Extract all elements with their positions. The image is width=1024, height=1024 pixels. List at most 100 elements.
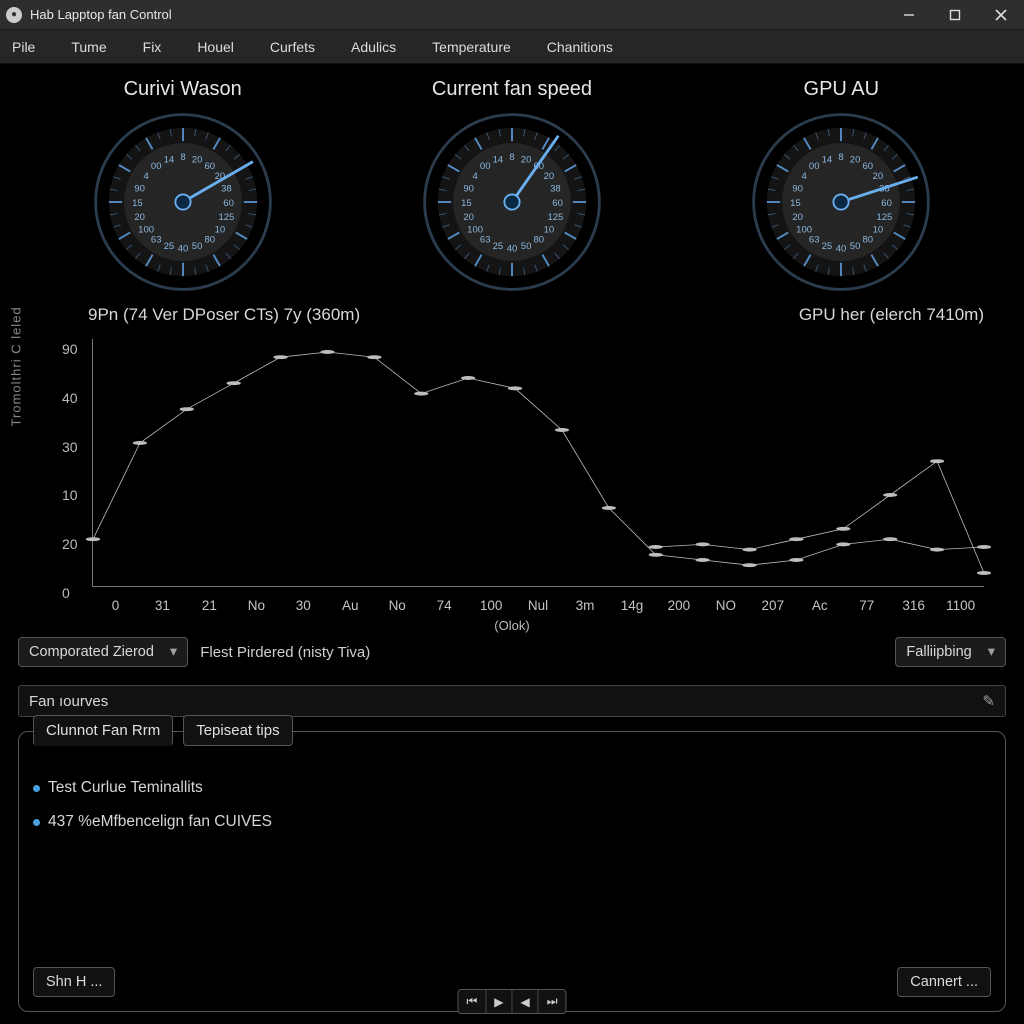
- list-item[interactable]: Test Curlue Teminallits: [33, 779, 991, 797]
- svg-text:60: 60: [863, 161, 874, 172]
- cannert-button[interactable]: Cannert ...: [897, 967, 991, 997]
- svg-text:100: 100: [467, 225, 483, 236]
- playback-btn-0[interactable]: ⏮: [458, 990, 486, 1013]
- edit-icon[interactable]: ✎: [982, 692, 995, 710]
- x-tick: 100: [468, 598, 515, 613]
- svg-text:50: 50: [191, 241, 202, 252]
- y-tick: 10: [62, 487, 78, 503]
- y-tick: 0: [62, 585, 70, 601]
- bullet-list: Test Curlue Teminallits 437 %eMfbencelign…: [33, 763, 991, 847]
- close-button[interactable]: [978, 0, 1024, 30]
- menu-item-temperature[interactable]: Temperature: [414, 33, 529, 61]
- svg-text:38: 38: [550, 184, 561, 195]
- svg-text:25: 25: [822, 241, 833, 252]
- playback-btn-3[interactable]: ⏭: [539, 990, 566, 1013]
- mode-dropdown[interactable]: Comporated Zierod ▾: [18, 637, 188, 667]
- x-axis-unit: (Olok): [494, 618, 529, 633]
- gauge-dial: 8206020386012510805040256310020159040014: [88, 107, 278, 297]
- gauge-0: Curivi Wason8206020386012510805040256310…: [33, 78, 333, 297]
- tab-strip: Clunnot Fan Rrm Tepiseat tips: [33, 715, 991, 746]
- minimize-button[interactable]: [886, 0, 932, 30]
- svg-text:20: 20: [793, 212, 804, 223]
- gauge-label: GPU AU: [804, 78, 880, 101]
- controls-row: Comporated Zierod ▾ Flest Pirdered (nist…: [18, 637, 1006, 667]
- svg-text:4: 4: [143, 171, 148, 182]
- svg-text:8: 8: [509, 152, 514, 163]
- svg-text:25: 25: [493, 241, 504, 252]
- svg-text:10: 10: [214, 225, 225, 236]
- menu-item-curfets[interactable]: Curfets: [252, 33, 333, 61]
- menu-item-chanitions[interactable]: Chanitions: [529, 33, 631, 61]
- mode-dropdown-value: Comporated Zierod: [29, 644, 154, 660]
- plot-region[interactable]: [92, 339, 984, 587]
- svg-text:90: 90: [134, 184, 145, 195]
- svg-text:90: 90: [793, 184, 804, 195]
- svg-text:125: 125: [877, 212, 893, 223]
- svg-text:60: 60: [204, 161, 215, 172]
- x-tick: Nul: [515, 598, 562, 613]
- x-tick: 207: [749, 598, 796, 613]
- svg-text:8: 8: [839, 152, 844, 163]
- maximize-button[interactable]: [932, 0, 978, 30]
- svg-text:40: 40: [507, 243, 518, 254]
- svg-text:50: 50: [850, 241, 861, 252]
- x-axis-ticks: 03121No30AuNo74100Nul3m14g200NO207Ac7731…: [92, 598, 984, 613]
- playback-btn-2[interactable]: ◀: [513, 990, 539, 1013]
- gauge-dial: 8206020386012510805040256310020159040014: [746, 107, 936, 297]
- x-tick: 74: [421, 598, 468, 613]
- menu-item-houel[interactable]: Houel: [179, 33, 252, 61]
- y-tick: 40: [62, 390, 78, 406]
- x-tick: 0: [92, 598, 139, 613]
- svg-text:15: 15: [132, 198, 143, 209]
- svg-text:40: 40: [836, 243, 847, 254]
- x-tick: 21: [186, 598, 233, 613]
- svg-text:8: 8: [180, 152, 185, 163]
- svg-text:15: 15: [790, 198, 801, 209]
- svg-text:20: 20: [463, 212, 474, 223]
- svg-text:10: 10: [873, 225, 884, 236]
- menubar: PileTumeFixHouelCurfetsAdulicsTemperatur…: [0, 30, 1024, 64]
- gauge-label: Curivi Wason: [124, 78, 242, 101]
- x-tick: 30: [280, 598, 327, 613]
- x-tick: 3m: [562, 598, 609, 613]
- shn-button[interactable]: Shn H ...: [33, 967, 115, 997]
- right-dropdown[interactable]: Falliipbing ▾: [895, 637, 1006, 667]
- x-tick: No: [374, 598, 421, 613]
- menu-item-adulics[interactable]: Adulics: [333, 33, 414, 61]
- menu-item-fix[interactable]: Fix: [125, 33, 180, 61]
- svg-text:20: 20: [873, 171, 884, 182]
- x-tick: Au: [327, 598, 374, 613]
- fan-curves-header[interactable]: Fan ıourves ✎: [18, 685, 1006, 717]
- svg-text:20: 20: [544, 171, 555, 182]
- svg-text:63: 63: [151, 235, 162, 246]
- menu-item-tume[interactable]: Tume: [53, 33, 124, 61]
- status-text: Flest Pirdered (nisty Tiva): [200, 644, 370, 661]
- y-tick: 20: [62, 536, 78, 552]
- svg-text:4: 4: [472, 171, 477, 182]
- tab-tepiseat-tips[interactable]: Tepiseat tips: [183, 715, 292, 746]
- svg-text:00: 00: [480, 161, 491, 172]
- svg-text:38: 38: [221, 184, 232, 195]
- svg-text:100: 100: [138, 225, 154, 236]
- menu-item-pile[interactable]: Pile: [4, 33, 53, 61]
- svg-text:20: 20: [191, 154, 202, 165]
- graph-right-label: GPU her (elerch 7410m): [799, 305, 984, 325]
- gauge-dial: 8206020386012510805040256310020159040014: [417, 107, 607, 297]
- window-title: Hab Lapptop fan Control: [30, 7, 172, 22]
- playback-btn-1[interactable]: ▶: [486, 990, 512, 1013]
- svg-text:80: 80: [204, 235, 215, 246]
- svg-text:60: 60: [223, 198, 234, 209]
- playback-strip: ⏮▶◀⏭: [457, 989, 566, 1014]
- svg-text:20: 20: [134, 212, 145, 223]
- x-tick: 31: [139, 598, 186, 613]
- svg-text:14: 14: [822, 154, 833, 165]
- svg-text:80: 80: [533, 235, 544, 246]
- tab-clunnot-fan-rrm[interactable]: Clunnot Fan Rrm: [33, 715, 173, 746]
- svg-text:25: 25: [163, 241, 174, 252]
- list-item[interactable]: 437 %eMfbencelign fan CUIVES: [33, 813, 991, 831]
- x-tick: No: [233, 598, 280, 613]
- gauge-1: Current fan speed82060203860125108050402…: [362, 78, 662, 297]
- gauges-row: Curivi Wason8206020386012510805040256310…: [18, 78, 1006, 297]
- svg-text:4: 4: [802, 171, 807, 182]
- svg-text:14: 14: [163, 154, 174, 165]
